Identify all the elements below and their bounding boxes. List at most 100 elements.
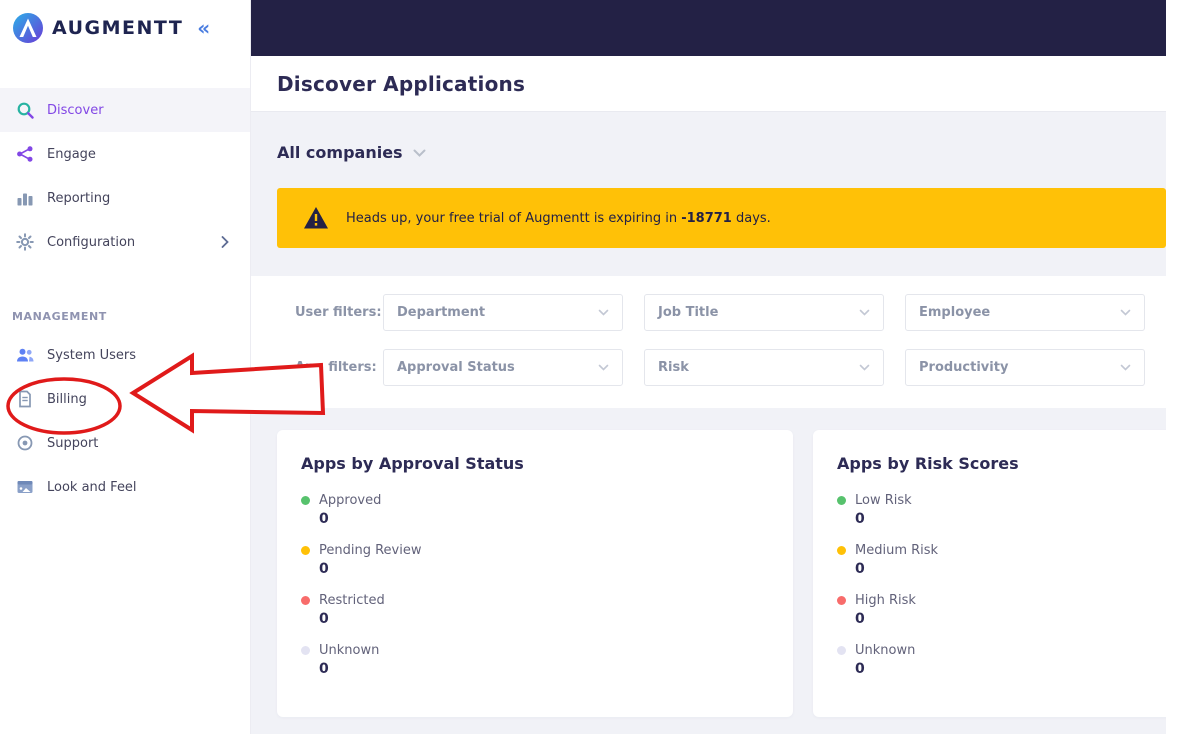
- sidebar-item-configuration[interactable]: Configuration: [0, 220, 250, 264]
- job-title-select[interactable]: Job Title: [644, 294, 884, 331]
- chevron-down-icon: [413, 149, 426, 157]
- legend-label: Low Risk: [855, 493, 912, 508]
- sidebar-item-reporting[interactable]: Reporting: [0, 176, 250, 220]
- legend-item: High Risk 0: [837, 593, 1166, 627]
- content: All companies Heads up, your free trial …: [251, 111, 1166, 734]
- legend-label: Unknown: [319, 643, 380, 658]
- legend-item: Restricted 0: [301, 593, 769, 627]
- select-placeholder: Employee: [919, 305, 991, 320]
- sidebar-section-management: MANAGEMENT: [12, 310, 107, 323]
- chevron-down-icon: [859, 364, 870, 371]
- search-icon: [17, 102, 34, 119]
- legend-value: 0: [855, 611, 865, 627]
- trial-banner: Heads up, your free trial of Augmentt is…: [277, 188, 1166, 248]
- select-placeholder: Risk: [658, 360, 689, 375]
- sidebar-item-label: Reporting: [47, 190, 111, 206]
- select-placeholder: Department: [397, 305, 486, 320]
- legend-value: 0: [319, 611, 329, 627]
- legend-label: Unknown: [855, 643, 916, 658]
- company-filter-dropdown[interactable]: All companies: [251, 111, 452, 162]
- department-select[interactable]: Department: [383, 294, 623, 331]
- gear-icon: [16, 233, 34, 251]
- legend-item: Unknown 0: [301, 643, 769, 677]
- page-title: Discover Applications: [277, 71, 526, 96]
- legend-dot: [301, 646, 310, 655]
- legend-value: 0: [319, 561, 329, 577]
- sidebar-management-nav: System Users Billing Support Look and Fe…: [0, 333, 250, 509]
- chevron-down-icon: [598, 364, 609, 371]
- approval-status-select[interactable]: Approval Status: [383, 349, 623, 386]
- legend-label: Approved: [319, 493, 382, 508]
- risk-scores-legend: Low Risk 0 Medium Risk 0 High Risk 0 Unk…: [837, 493, 1166, 677]
- employee-select[interactable]: Employee: [905, 294, 1145, 331]
- trial-banner-text: Heads up, your free trial of Augmentt is…: [346, 211, 771, 226]
- topbar: [251, 0, 1166, 56]
- augmentt-logo-icon: [13, 13, 43, 43]
- sidebar-collapse-icon[interactable]: «: [197, 18, 210, 38]
- sidebar-item-support[interactable]: Support: [0, 421, 250, 465]
- sidebar-item-label: Support: [47, 435, 99, 451]
- card-title: Apps by Risk Scores: [837, 454, 1019, 473]
- company-filter-value: All companies: [277, 143, 403, 162]
- share-network-icon: [17, 146, 33, 162]
- warning-icon: [304, 207, 328, 229]
- app-filters-label: App filters:: [295, 360, 377, 375]
- sidebar: AUGMENTT « Discover Engage Reporting Con…: [0, 0, 251, 734]
- filters-panel: User filters: Department Job Title Emplo…: [251, 276, 1166, 408]
- image-icon: [17, 481, 33, 493]
- legend-value: 0: [855, 661, 865, 677]
- chevron-right-icon: [221, 236, 229, 248]
- legend-item: Low Risk 0: [837, 493, 1166, 527]
- sidebar-item-label: Discover: [47, 102, 104, 118]
- page-header: Discover Applications: [251, 56, 1166, 111]
- legend-label: Medium Risk: [855, 543, 939, 558]
- brand-name: AUGMENTT: [52, 17, 184, 39]
- productivity-select[interactable]: Productivity: [905, 349, 1145, 386]
- legend-value: 0: [319, 511, 329, 527]
- legend-value: 0: [855, 511, 865, 527]
- users-icon: [17, 348, 34, 362]
- banner-days: -18771: [681, 210, 732, 226]
- chevron-down-icon: [859, 309, 870, 316]
- legend-dot: [837, 646, 846, 655]
- legend-value: 0: [319, 661, 329, 677]
- legend-dot: [837, 496, 846, 505]
- legend-value: 0: [855, 561, 865, 577]
- approval-status-card: Apps by Approval Status Approved 0 Pendi…: [277, 430, 793, 717]
- sidebar-item-label: Billing: [47, 391, 87, 407]
- sidebar-nav: Discover Engage Reporting Configuration: [0, 88, 250, 264]
- sidebar-item-label: Look and Feel: [47, 479, 137, 495]
- sidebar-item-engage[interactable]: Engage: [0, 132, 250, 176]
- banner-prefix: Heads up, your free trial of Augmentt is…: [346, 210, 678, 226]
- legend-item: Approved 0: [301, 493, 769, 527]
- sidebar-item-billing[interactable]: Billing: [0, 377, 250, 421]
- sidebar-item-label: Configuration: [47, 234, 136, 250]
- lifebuoy-icon: [17, 435, 33, 451]
- sidebar-item-discover[interactable]: Discover: [0, 88, 250, 132]
- app-window: AUGMENTT « Discover Engage Reporting Con…: [0, 0, 1166, 734]
- sidebar-item-system-users[interactable]: System Users: [0, 333, 250, 377]
- legend-dot: [301, 496, 310, 505]
- legend-item: Unknown 0: [837, 643, 1166, 677]
- risk-select[interactable]: Risk: [644, 349, 884, 386]
- invoice-icon: [19, 390, 31, 408]
- approval-status-legend: Approved 0 Pending Review 0 Restricted 0…: [301, 493, 769, 677]
- legend-label: Restricted: [319, 593, 385, 608]
- legend-dot: [301, 546, 310, 555]
- legend-label: Pending Review: [319, 543, 422, 558]
- user-filters-row: User filters: Department Job Title Emplo…: [295, 294, 1166, 331]
- select-placeholder: Job Title: [658, 305, 719, 320]
- card-title: Apps by Approval Status: [301, 454, 524, 473]
- logo: AUGMENTT «: [0, 0, 250, 56]
- chevron-down-icon: [598, 309, 609, 316]
- bar-chart-icon: [17, 193, 33, 206]
- select-placeholder: Productivity: [919, 360, 1009, 375]
- legend-dot: [301, 596, 310, 605]
- legend-label: High Risk: [855, 593, 916, 608]
- sidebar-item-label: Engage: [47, 146, 96, 162]
- chevron-down-icon: [1120, 309, 1131, 316]
- legend-item: Pending Review 0: [301, 543, 769, 577]
- legend-dot: [837, 546, 846, 555]
- chevron-down-icon: [1120, 364, 1131, 371]
- sidebar-item-look-and-feel[interactable]: Look and Feel: [0, 465, 250, 509]
